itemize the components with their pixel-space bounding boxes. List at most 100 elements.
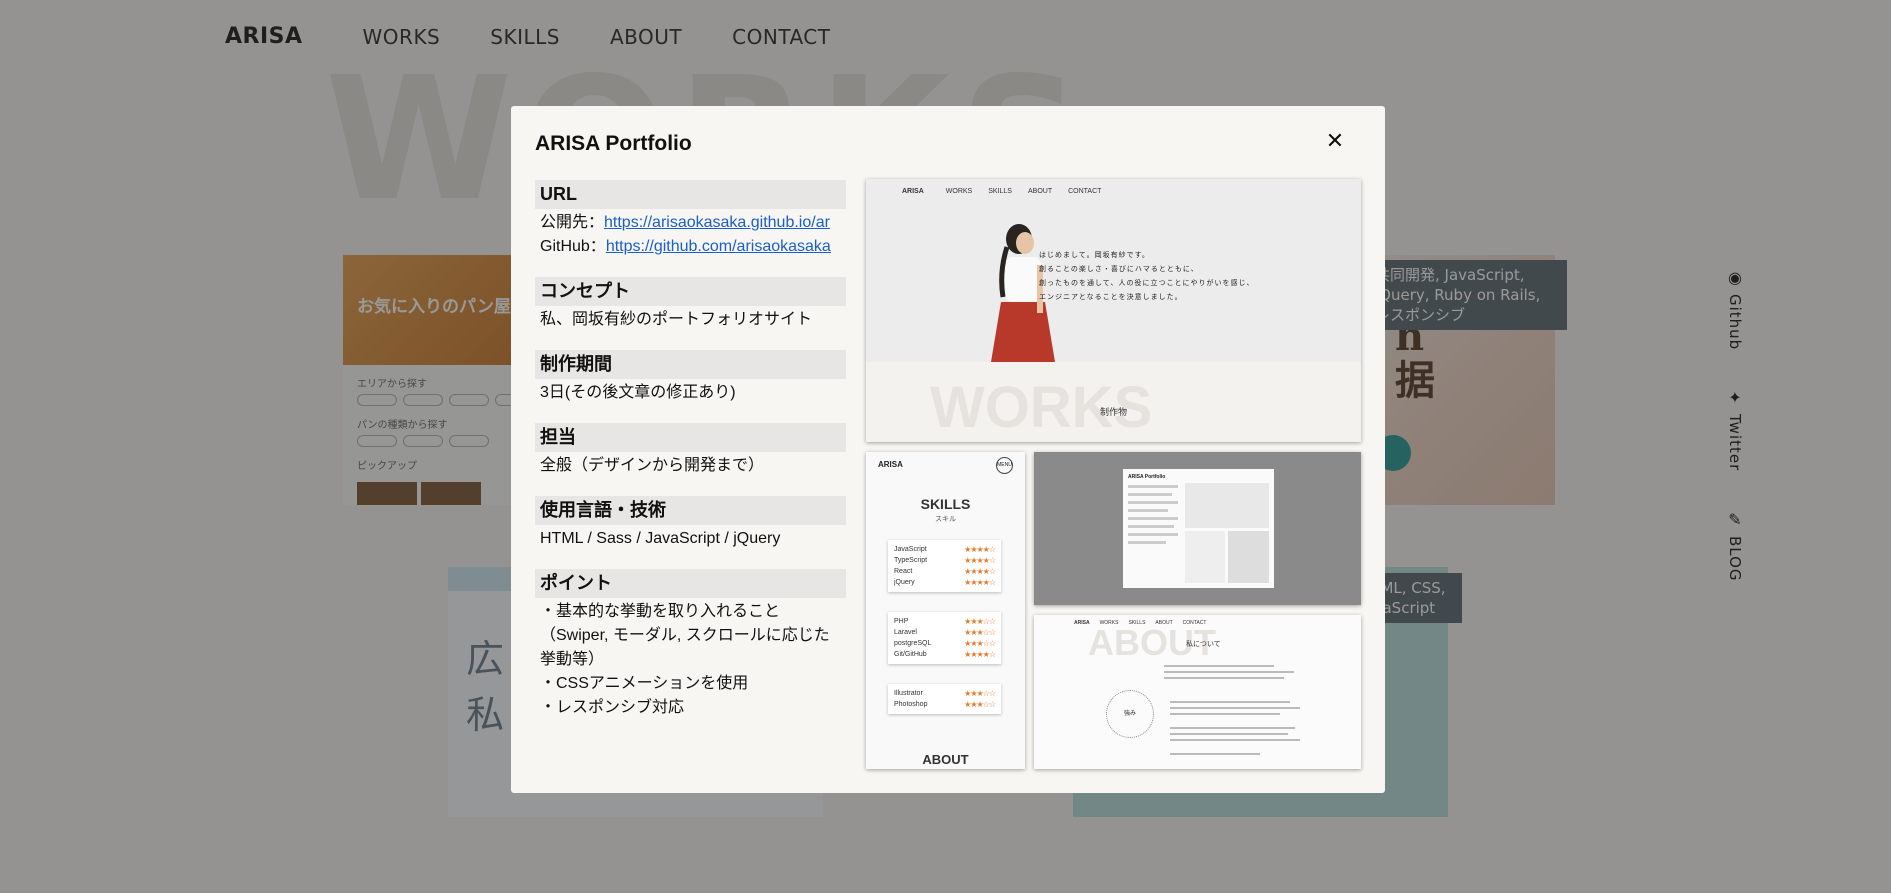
about-text-line	[1170, 753, 1260, 755]
public-url-label: 公開先：	[540, 214, 605, 231]
intro-line: 創ったものを通して、人の役に立つことにやりがいを感じ、	[1039, 280, 1255, 287]
section-heading: 制作期間	[535, 350, 846, 379]
about-text-line	[1164, 677, 1284, 679]
preview-line	[1128, 501, 1178, 504]
skill-row: Illustrator ★★★☆☆	[894, 688, 996, 699]
section-body: 3日(その後文章の修正あり)	[540, 384, 736, 401]
section-heading: URL	[535, 180, 846, 209]
section-concept: コンセプト 私、岡坂有紗のポートフォリオサイト	[535, 277, 846, 332]
section-heading: 担当	[535, 423, 846, 452]
skill-stars: ★★★☆☆	[964, 700, 996, 709]
skills-heading: SKILLS	[920, 496, 971, 512]
skill-row: postgreSQL ★★★☆☆	[894, 638, 996, 649]
skill-stars: ★★★★☆	[964, 567, 996, 576]
screenshot-nav-item: WORKS	[945, 188, 973, 195]
modal-title: ARISA Portfolio	[535, 132, 692, 155]
points-line: （Swiper, モーダル, スクロールに応じた挙動等）	[540, 627, 830, 668]
skill-name: Laravel	[894, 629, 917, 636]
skills-subheading: スキル	[935, 516, 956, 523]
section-role: 担当 全般（デザインから開発まで）	[535, 423, 846, 478]
screenshot-skills[interactable]: ARISA MENU SKILLS スキル JavaScript ★★★★☆ Ty…	[866, 452, 1025, 769]
about-text-line	[1170, 739, 1300, 741]
skill-row: TypeScript ★★★★☆	[894, 555, 996, 566]
points-line: ・基本的な挙動を取り入れること	[540, 603, 781, 620]
preview-line	[1128, 541, 1166, 544]
intro-line: はじめまして。岡坂有紗です。	[1039, 252, 1150, 259]
intro-line: 創ることの楽しさ・喜びにハマるとともに、	[1039, 266, 1199, 273]
about-text-line	[1164, 671, 1294, 673]
screenshot-nav-item: SKILLS	[988, 188, 1012, 195]
skill-row: JavaScript ★★★★☆	[894, 544, 996, 555]
github-url-label: GitHub：	[540, 238, 606, 255]
about-text-line	[1170, 707, 1300, 709]
about-text-line	[1170, 733, 1288, 735]
section-heading: ポイント	[535, 569, 846, 598]
section-points: ポイント ・基本的な挙動を取り入れること （Swiper, モーダル, スクロー…	[535, 569, 846, 720]
about-text-line	[1164, 665, 1274, 667]
work-detail-modal: ARISA Portfolio ✕ URL 公開先：https://arisao…	[511, 106, 1385, 793]
preview-line	[1128, 517, 1178, 520]
preview-line	[1128, 493, 1172, 496]
screenshot-nav-item: CONTACT	[1068, 188, 1102, 195]
skill-stars: ★★★☆☆	[964, 689, 996, 698]
skill-stars: ★★★☆☆	[964, 628, 996, 637]
skill-stars: ★★★★☆	[964, 545, 996, 554]
skill-row: Git/GitHub ★★★★☆	[894, 649, 996, 660]
public-url-link[interactable]: https://arisaokasaka.github.io/ar	[604, 214, 830, 231]
about-text-line	[1170, 701, 1290, 703]
skill-name: JavaScript	[894, 546, 927, 553]
github-url-link[interactable]: https://github.com/arisaokasaka	[606, 238, 831, 255]
preview-image	[1185, 483, 1269, 528]
section-period: 制作期間 3日(その後文章の修正あり)	[535, 350, 846, 405]
screenshot-nav-item: ARISA	[902, 188, 924, 195]
skill-group: JavaScript ★★★★☆ TypeScript ★★★★☆ React ★★★…	[888, 540, 1001, 592]
skill-name: Git/GitHub	[894, 651, 927, 658]
preview-line	[1128, 485, 1178, 488]
skill-row: jQuery ★★★★☆	[894, 577, 996, 588]
skill-name: postgreSQL	[894, 640, 932, 647]
section-url: URL 公開先：https://arisaokasaka.github.io/a…	[535, 180, 846, 259]
skills-footer-about: ABOUT	[922, 752, 969, 767]
close-button[interactable]: ✕	[1321, 128, 1349, 156]
skill-name: TypeScript	[894, 557, 928, 564]
public-url-row: 公開先：https://arisaokasaka.github.io/ar	[535, 209, 846, 235]
close-icon: ✕	[1325, 129, 1345, 154]
preview-line	[1128, 533, 1178, 536]
skill-name: jQuery	[894, 579, 915, 586]
skill-name: Illustrator	[894, 690, 923, 697]
preview-image	[1228, 531, 1269, 583]
screenshot-about-sub: 私について	[1186, 641, 1221, 648]
skill-group: PHP ★★★☆☆ Laravel ★★★☆☆ postgreSQL ★★★☆☆ Gi…	[888, 612, 1001, 664]
screenshot-modal-preview[interactable]: ARISA Portfolio	[1034, 452, 1361, 605]
about-text-line	[1170, 713, 1280, 715]
section-body: HTML / Sass / JavaScript / jQuery	[540, 530, 781, 547]
screenshot-intro: はじめまして。岡坂有紗です。 創ることの楽しさ・喜びにハマるとともに、 創ったも…	[1039, 249, 1254, 305]
skill-row: React ★★★★☆	[894, 566, 996, 577]
screenshot-about-circle: 強み	[1106, 690, 1154, 738]
skill-stars: ★★★★☆	[964, 650, 996, 659]
preview-line	[1128, 525, 1174, 528]
skill-row: Photoshop ★★★☆☆	[894, 699, 996, 710]
skill-stars: ★★★★☆	[964, 556, 996, 565]
preview-image	[1185, 531, 1225, 583]
skill-name: Photoshop	[894, 701, 928, 708]
screenshot-works-sub: 制作物	[1100, 407, 1128, 417]
section-body: 全般（デザインから開発まで）	[540, 457, 765, 474]
preview-title: ARISA Portfolio	[1128, 474, 1166, 480]
section-heading: コンセプト	[535, 277, 846, 306]
preview-line	[1128, 509, 1168, 512]
screenshot-logo: ARISA	[878, 460, 903, 469]
section-tech: 使用言語・技術 HTML / Sass / JavaScript / jQuer…	[535, 496, 846, 551]
skill-group: Illustrator ★★★☆☆ Photoshop ★★★☆☆	[888, 684, 1001, 714]
skill-name: PHP	[894, 618, 909, 625]
github-url-row: GitHub：https://github.com/arisaokasaka	[535, 235, 846, 259]
work-info: URL 公開先：https://arisaokasaka.github.io/a…	[535, 180, 846, 738]
points-line: ・CSSアニメーションを使用	[540, 675, 749, 692]
points-line: ・レスポンシブ対応	[540, 699, 685, 716]
about-text-line	[1170, 727, 1295, 729]
screenshot-about[interactable]: ARISA WORKS SKILLS ABOUT CONTACT ABOUT 私…	[1034, 615, 1361, 769]
skill-row: PHP ★★★☆☆	[894, 616, 996, 627]
skill-row: Laravel ★★★☆☆	[894, 627, 996, 638]
skill-stars: ★★★☆☆	[964, 617, 996, 626]
screenshot-top[interactable]: ARISA WORKS SKILLS ABOUT CONTACT はじめまして。…	[866, 179, 1361, 442]
